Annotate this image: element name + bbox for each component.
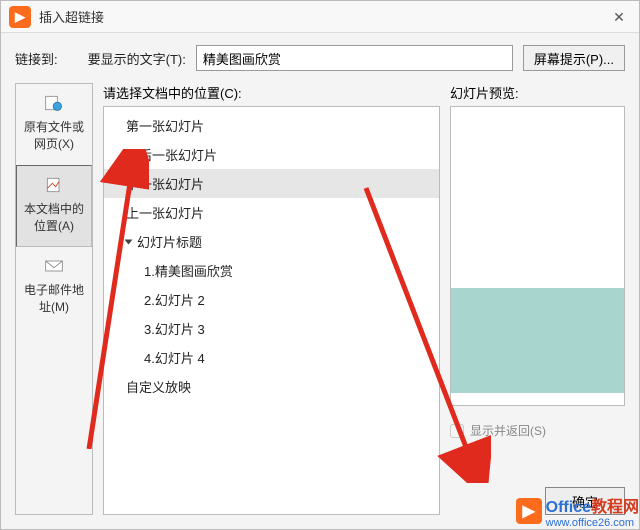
close-button[interactable]: ✕ xyxy=(599,1,639,33)
list-item[interactable]: 最后一张幻灯片 xyxy=(104,140,439,169)
sidebar-item-label: 原有文件或网页(X) xyxy=(24,120,84,151)
expand-icon[interactable] xyxy=(125,240,133,245)
link-to-label: 链接到: xyxy=(15,49,58,68)
list-item[interactable]: 上一张幻灯片 xyxy=(104,198,439,227)
list-item[interactable]: 第一张幻灯片 xyxy=(104,111,439,140)
slide-thumbnail xyxy=(451,288,624,393)
preview-label: 幻灯片预览: xyxy=(450,83,625,102)
top-row: 链接到: 要显示的文字(T): 屏幕提示(P)... xyxy=(1,33,639,83)
link-to-sidebar: 原有文件或网页(X) 本文档中的位置(A) 电子邮件地址(M) xyxy=(15,83,93,515)
list-item[interactable]: 下一张幻灯片 xyxy=(104,169,439,198)
center-col: 请选择文档中的位置(C): 第一张幻灯片 最后一张幻灯片 下一张幻灯片 上一张幻… xyxy=(103,83,440,515)
show-and-return-checkbox[interactable] xyxy=(450,424,464,438)
show-and-return-row[interactable]: 显示并返回(S) xyxy=(450,422,625,439)
center-right-wrap: 请选择文档中的位置(C): 第一张幻灯片 最后一张幻灯片 下一张幻灯片 上一张幻… xyxy=(103,83,625,515)
display-text-input[interactable] xyxy=(196,45,513,71)
sidebar-item-label: 本文档中的位置(A) xyxy=(24,202,84,233)
display-text-label: 要显示的文字(T): xyxy=(88,49,186,68)
globe-page-icon xyxy=(44,94,64,112)
sidebar-item-existing-file[interactable]: 原有文件或网页(X) xyxy=(16,84,92,165)
screentip-button[interactable]: 屏幕提示(P)... xyxy=(523,45,625,71)
ok-button[interactable]: 确定 xyxy=(545,487,625,515)
slide-preview xyxy=(450,106,625,406)
envelope-icon xyxy=(44,257,64,275)
list-item[interactable]: 1.精美图画欣赏 xyxy=(104,256,439,285)
sidebar-item-place-in-doc[interactable]: 本文档中的位置(A) xyxy=(16,165,92,247)
sidebar-item-email[interactable]: 电子邮件地址(M) xyxy=(16,247,92,328)
location-listbox[interactable]: 第一张幻灯片 最后一张幻灯片 下一张幻灯片 上一张幻灯片 幻灯片标题 1.精美图… xyxy=(103,106,440,515)
dialog-title: 插入超链接 xyxy=(39,7,599,26)
app-icon: ▶ xyxy=(9,6,31,28)
show-and-return-label: 显示并返回(S) xyxy=(470,422,546,439)
list-item[interactable]: 自定义放映 xyxy=(104,372,439,401)
list-item[interactable]: 2.幻灯片 2 xyxy=(104,285,439,314)
right-col: 幻灯片预览: 显示并返回(S) 确定 xyxy=(450,83,625,515)
main-area: 原有文件或网页(X) 本文档中的位置(A) 电子邮件地址(M) 请选择文档中的位… xyxy=(1,83,639,529)
list-item[interactable]: 3.幻灯片 3 xyxy=(104,314,439,343)
titlebar: ▶ 插入超链接 ✕ xyxy=(1,1,639,33)
document-place-icon xyxy=(44,176,64,194)
sidebar-item-label: 电子邮件地址(M) xyxy=(24,283,84,314)
location-list-label: 请选择文档中的位置(C): xyxy=(103,83,440,102)
list-item[interactable]: 4.幻灯片 4 xyxy=(104,343,439,372)
dialog-window: ▶ 插入超链接 ✕ 链接到: 要显示的文字(T): 屏幕提示(P)... 原有文… xyxy=(0,0,640,530)
list-item[interactable]: 幻灯片标题 xyxy=(104,227,439,256)
